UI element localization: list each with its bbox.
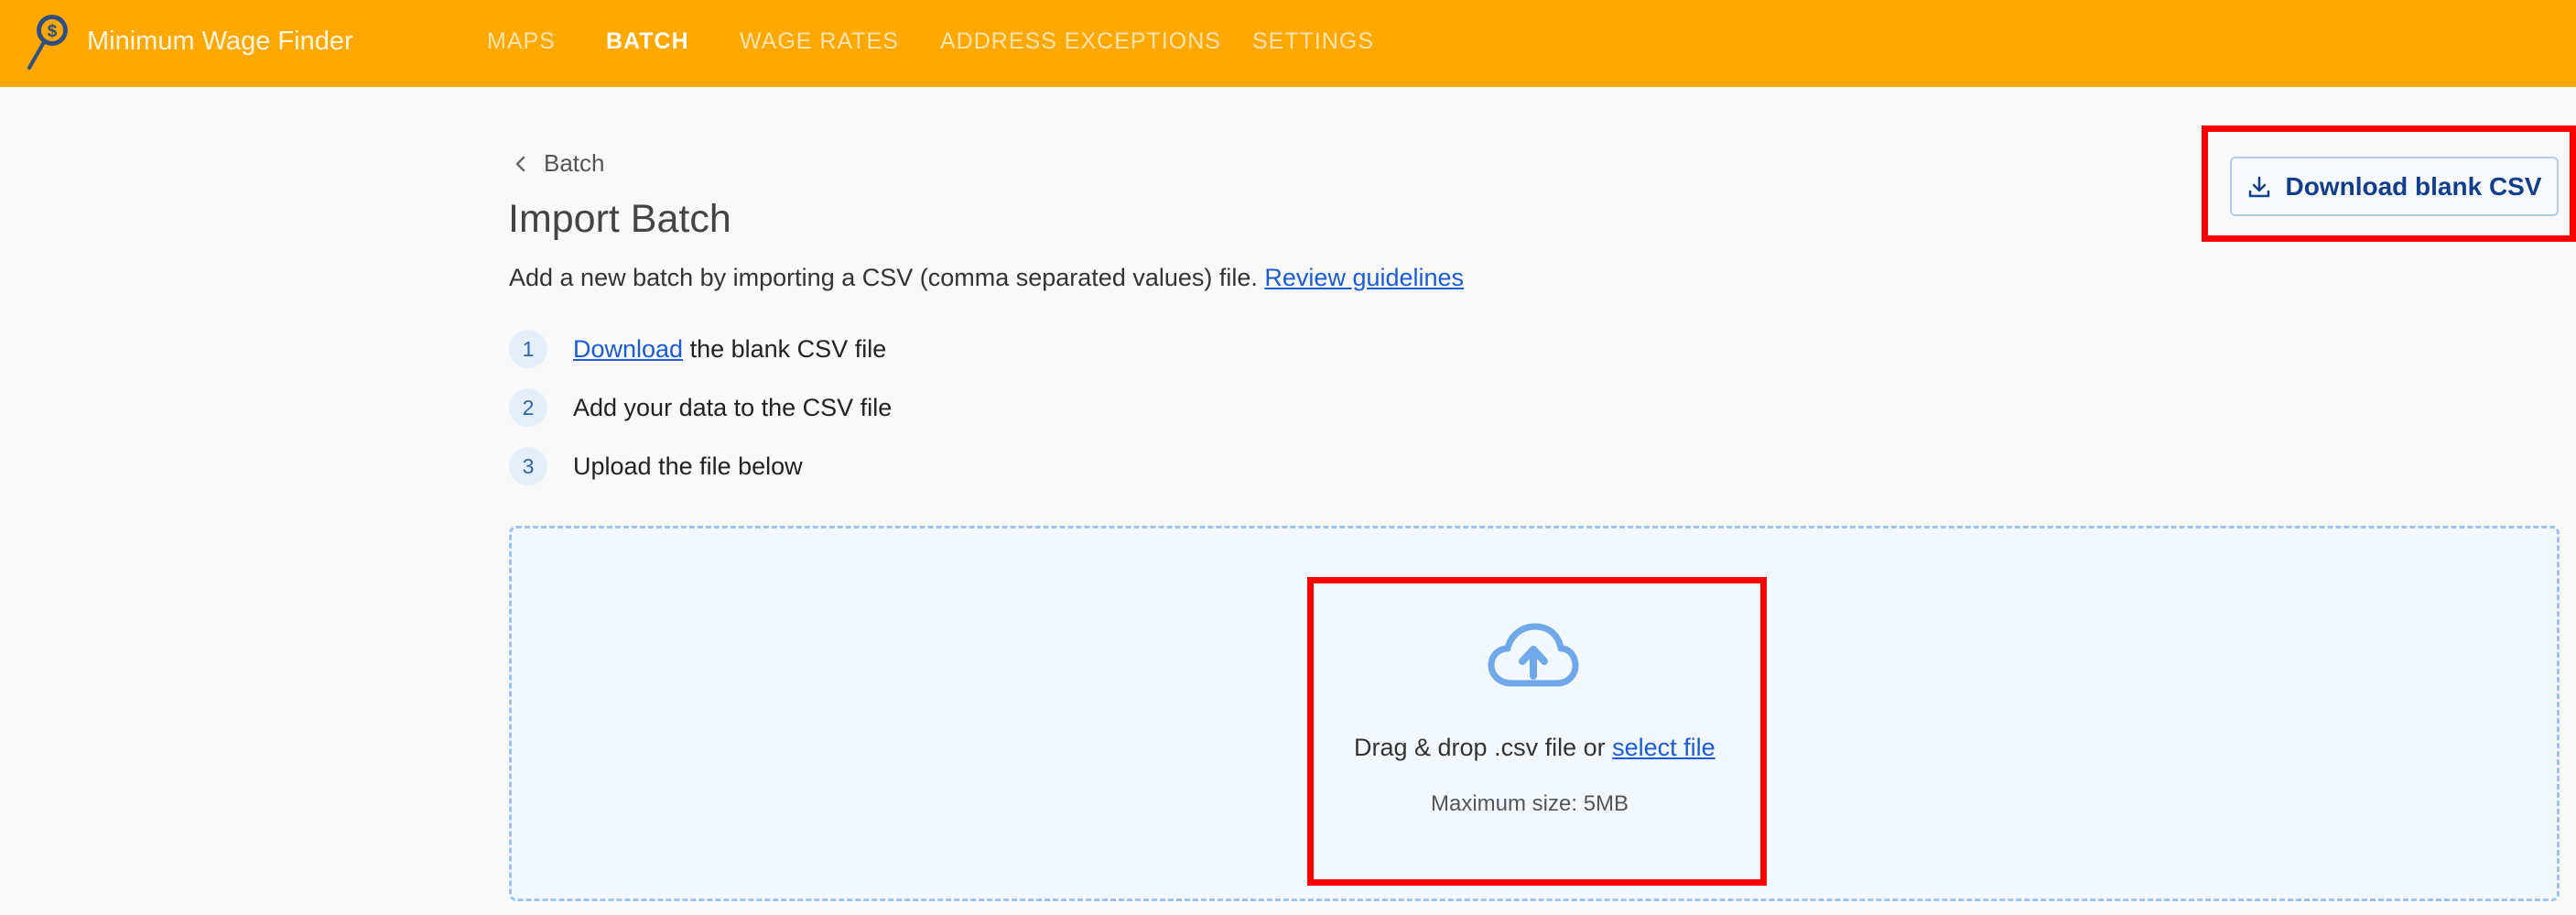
app-title[interactable]: Minimum Wage Finder <box>87 27 353 57</box>
breadcrumb-back-link[interactable]: Batch <box>509 149 605 178</box>
nav-tab-wage-rates[interactable]: WAGE RATES <box>740 28 899 55</box>
download-blank-csv-button[interactable]: Download blank CSV <box>2230 157 2559 216</box>
max-size-note: Maximum size: 5MB <box>1431 791 1629 816</box>
step-number-badge: 1 <box>509 330 547 368</box>
step-2: 2 Add your data to the CSV file <box>509 388 892 427</box>
download-button-label: Download blank CSV <box>2285 171 2542 201</box>
step-number-badge: 2 <box>509 388 547 427</box>
review-guidelines-link[interactable]: Review guidelines <box>1264 264 1464 291</box>
step-text: Upload the file below <box>573 452 803 480</box>
chevron-left-icon <box>515 156 525 171</box>
nav-tab-settings[interactable]: SETTINGS <box>1252 28 1374 55</box>
file-dropzone[interactable] <box>509 526 2560 901</box>
map-pin-dollar-icon[interactable]: $ <box>20 11 71 71</box>
dropzone-text: Drag & drop .csv file or <box>1354 734 1606 761</box>
select-file-link[interactable]: select file <box>1612 734 1716 761</box>
page-title: Import Batch <box>508 197 731 241</box>
cloud-upload-icon <box>1488 623 1579 687</box>
nav-tab-address-exceptions[interactable]: ADDRESS EXCEPTIONS <box>940 28 1221 55</box>
breadcrumb-label: Batch <box>544 149 605 177</box>
step-number-badge: 3 <box>509 447 547 485</box>
step-text: the blank CSV file <box>689 334 887 363</box>
step-3: 3 Upload the file below <box>509 447 803 485</box>
step-text: Add your data to the CSV file <box>573 393 893 421</box>
download-icon <box>2249 176 2270 197</box>
nav-tab-maps[interactable]: MAPS <box>487 28 556 55</box>
nav-tab-batch[interactable]: BATCH <box>606 28 689 55</box>
top-nav-bar: $ Minimum Wage Finder MAPS BATCH WAGE RA… <box>0 0 2576 87</box>
dropzone-instructions: Drag & drop .csv file or select file <box>1354 734 1716 762</box>
page-description: Add a new batch by importing a CSV (comm… <box>509 264 1464 292</box>
download-link[interactable]: Download <box>573 335 683 363</box>
svg-text:$: $ <box>48 22 58 41</box>
description-text: Add a new batch by importing a CSV (comm… <box>509 264 1258 291</box>
step-1: 1 Download the blank CSV file <box>509 330 886 368</box>
